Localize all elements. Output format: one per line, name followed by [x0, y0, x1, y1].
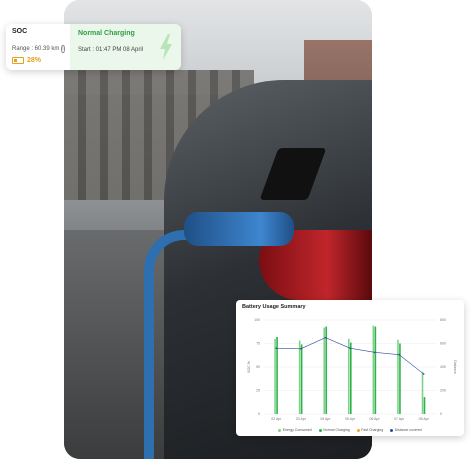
photo-charging-plug — [184, 212, 294, 246]
y2-tick-label: 0 — [440, 412, 442, 416]
legend-item[interactable]: Normal Charging — [318, 428, 350, 432]
battery-usage-chart: 0 25 50 75 100 0 200 400 600 800 SOC % Distance 02 A… — [247, 318, 457, 421]
y-axis-label: SOC % — [247, 361, 251, 373]
y2-tick-label: 800 — [440, 318, 446, 322]
bar-energy-consumed — [348, 338, 350, 414]
legend-label: Energy Consumed — [282, 428, 312, 432]
legend-item[interactable]: Distance covered — [390, 428, 422, 432]
distance-point — [373, 351, 376, 354]
info-icon[interactable]: i — [61, 45, 65, 53]
x-tick-label: 04 Apr — [320, 417, 331, 421]
legend-swatch — [318, 428, 322, 432]
bar-energy-consumed — [421, 371, 424, 414]
y-tick-label: 50 — [256, 365, 260, 369]
bar-energy-consumed — [274, 338, 276, 414]
legend-label: Distance covered — [394, 428, 422, 432]
bar-energy-consumed — [298, 340, 301, 414]
distance-point — [275, 347, 278, 349]
y-tick-label: 75 — [256, 342, 260, 346]
legend-swatch — [278, 428, 282, 432]
soc-percentage-row: 28% — [12, 57, 64, 64]
soc-card: SOC Range : 60.39 km i 28% Normal Chargi… — [6, 24, 181, 70]
x-tick-label: 06 Apr — [370, 417, 381, 421]
distance-point — [300, 347, 302, 350]
soc-panel: SOC Range : 60.39 km i 28% — [6, 24, 70, 70]
photo-charging-cable — [144, 230, 214, 459]
charging-status-panel: Normal Charging Start : 01:47 PM 08 Apri… — [70, 24, 181, 70]
soc-percentage: 28% — [27, 57, 42, 64]
x-tick-label: 05 Apr — [345, 417, 356, 421]
battery-usage-card: Battery Usage Summary 0 25 50 75 100 0 200 400 6… — [236, 300, 464, 436]
distance-point — [398, 353, 400, 356]
y2-tick-label: 600 — [440, 342, 446, 346]
legend-swatch — [390, 428, 394, 432]
distance-point — [324, 336, 327, 339]
bar-energy-consumed — [323, 327, 326, 414]
chart-legend: Energy Consumed Normal Charging Fast Charg… — [236, 428, 464, 432]
bar-normal-charging — [300, 344, 303, 414]
legend-item[interactable]: Energy Consumed — [278, 428, 312, 432]
y2-tick-label: 400 — [440, 365, 446, 369]
y-tick-label: 0 — [258, 412, 260, 416]
range-row: Range : 60.39 km i — [12, 45, 65, 53]
legend-label: Normal Charging — [323, 428, 350, 432]
y-tick-label: 100 — [254, 318, 260, 322]
lightning-bolt-icon — [160, 34, 172, 60]
bar-energy-consumed — [397, 339, 399, 414]
x-tick-label: 03 Apr — [296, 417, 307, 421]
legend-item[interactable]: Fast Charging — [356, 428, 384, 432]
bar-normal-charging — [374, 326, 377, 414]
legend-swatch — [356, 428, 360, 432]
y2-axis-label: Distance — [453, 360, 457, 374]
range-label: Range : 60.39 km — [12, 46, 60, 52]
y-tick-label: 25 — [256, 389, 260, 393]
bar-normal-charging — [423, 397, 426, 414]
battery-icon — [12, 57, 24, 64]
legend-label: Fast Charging — [361, 428, 384, 432]
bar-energy-consumed — [372, 325, 375, 414]
x-tick-label: 07 Apr — [394, 417, 405, 421]
distance-point — [422, 373, 425, 375]
x-tick-label: 02 Apr — [271, 417, 282, 421]
soc-title: SOC — [12, 28, 28, 35]
bar-normal-charging — [325, 326, 328, 414]
distance-point — [349, 347, 351, 349]
x-tick-label: 08 Apr — [419, 417, 430, 421]
bar-normal-charging — [350, 342, 352, 414]
y2-tick-label: 200 — [440, 389, 446, 393]
